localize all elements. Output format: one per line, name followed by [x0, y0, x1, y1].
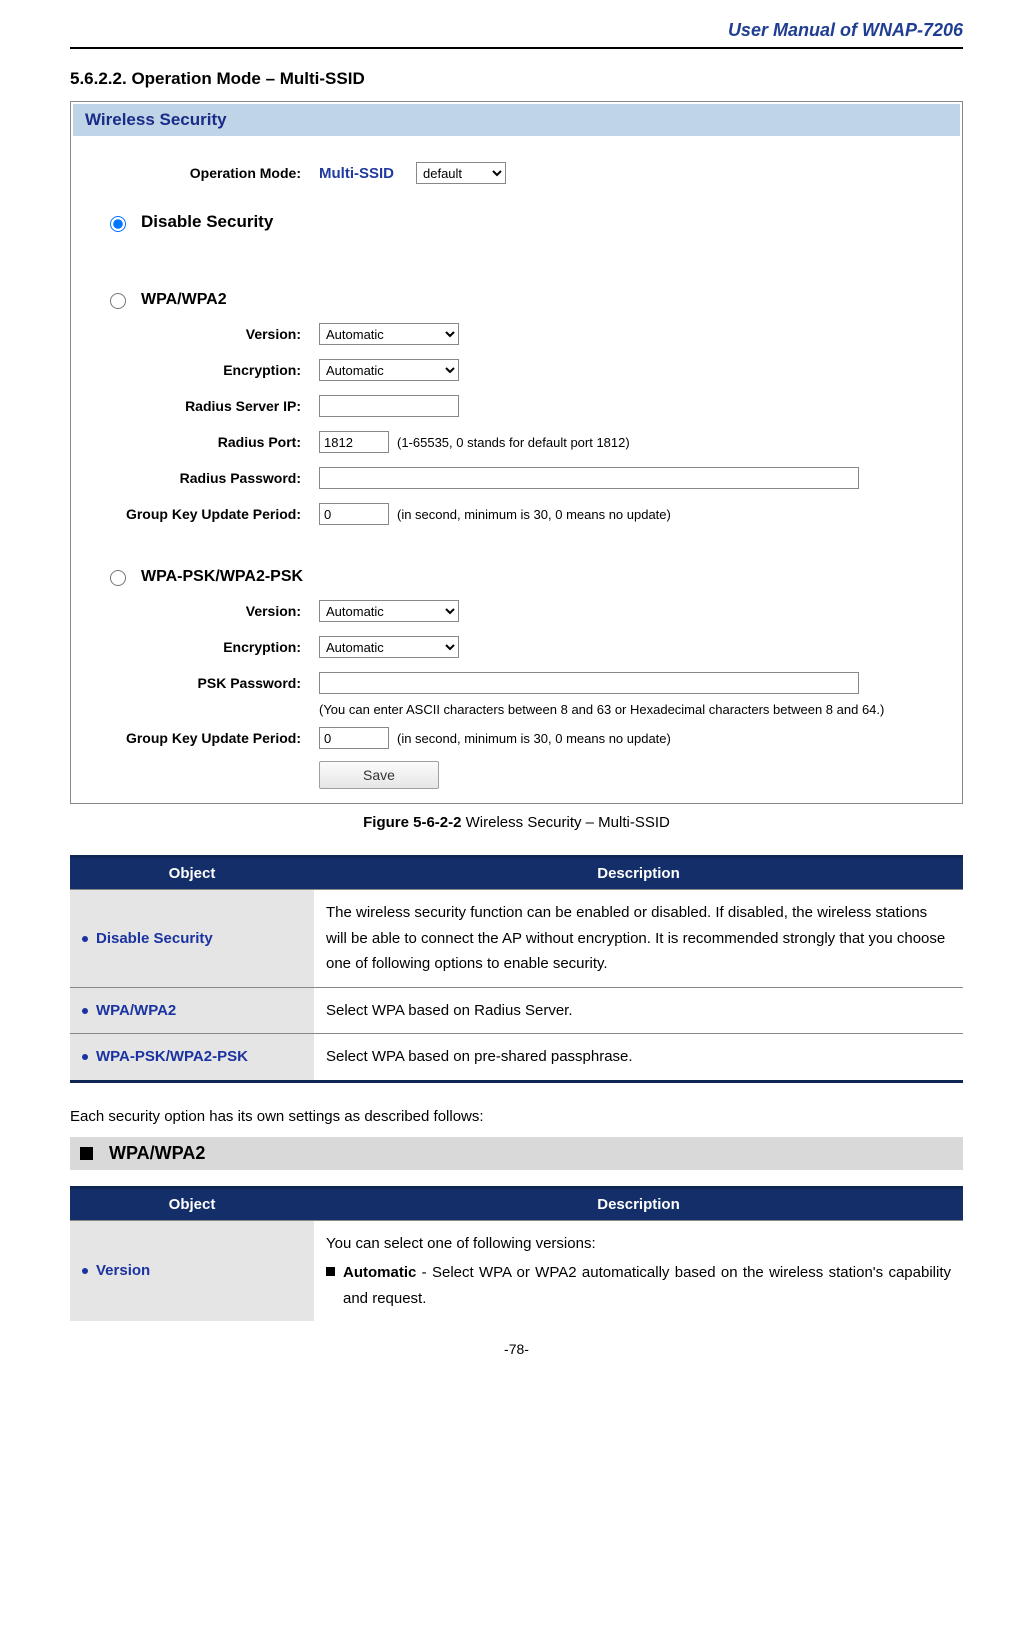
wpa-version-select[interactable]: Automatic	[319, 323, 459, 345]
psk-radio[interactable]	[110, 570, 126, 586]
t2-bullet-rest: - Select WPA or WPA2 automatically based…	[343, 1264, 951, 1307]
figure-caption-rest: Wireless Security – Multi-SSID	[461, 814, 669, 831]
radius-ip-label: Radius Server IP:	[101, 398, 319, 414]
t1-r1-obj: WPA/WPA2	[96, 1002, 176, 1019]
section-heading: 5.6.2.2. Operation Mode – Multi-SSID	[70, 69, 963, 89]
t1-r1-desc: Select WPA based on Radius Server.	[314, 987, 963, 1034]
t2-head-object: Object	[70, 1187, 314, 1220]
ssid-select[interactable]: default	[416, 162, 506, 184]
table-row: Version You can select one of following …	[70, 1220, 963, 1321]
mid-paragraph: Each security option has its own setting…	[70, 1105, 963, 1129]
psk-encryption-label: Encryption:	[101, 639, 319, 655]
wpa-version-label: Version:	[101, 326, 319, 342]
wpa-title: WPA/WPA2	[141, 291, 227, 309]
radius-port-input[interactable]	[319, 431, 389, 453]
t1-r2-obj: WPA-PSK/WPA2-PSK	[96, 1048, 248, 1065]
wpa-groupkey-hint: (in second, minimum is 30, 0 means no up…	[397, 507, 671, 522]
description-table-2: Object Description Version You can selec…	[70, 1186, 963, 1322]
page-number: -78-	[70, 1341, 963, 1357]
operation-mode-label: Operation Mode:	[101, 165, 319, 181]
t1-head-object: Object	[70, 857, 314, 890]
t2-bullet-bold: Automatic	[343, 1264, 416, 1281]
psk-pwd-input[interactable]	[319, 672, 859, 694]
figure-caption-bold: Figure 5-6-2-2	[363, 814, 461, 831]
square-bullet-icon	[80, 1147, 93, 1160]
disable-security-title: Disable Security	[141, 212, 273, 232]
bullet-icon	[82, 1054, 88, 1060]
t2-desc-line1: You can select one of following versions…	[326, 1231, 951, 1257]
doc-header: User Manual of WNAP-7206	[70, 20, 963, 49]
psk-title: WPA-PSK/WPA2-PSK	[141, 568, 303, 586]
wpa-encryption-select[interactable]: Automatic	[319, 359, 459, 381]
psk-groupkey-label: Group Key Update Period:	[101, 730, 319, 746]
radius-port-hint: (1-65535, 0 stands for default port 1812…	[397, 435, 630, 450]
t1-r0-obj: Disable Security	[96, 930, 213, 947]
t2-r0-obj: Version	[96, 1262, 150, 1279]
wpa-groupkey-label: Group Key Update Period:	[101, 506, 319, 522]
save-button[interactable]: Save	[319, 761, 439, 789]
section-title: Operation Mode – Multi-SSID	[131, 69, 364, 88]
sub-heading: WPA/WPA2	[70, 1137, 963, 1170]
sub-heading-text: WPA/WPA2	[109, 1143, 205, 1164]
psk-version-label: Version:	[101, 603, 319, 619]
square-bullet-icon	[326, 1267, 335, 1276]
radius-port-label: Radius Port:	[101, 434, 319, 450]
t2-head-desc: Description	[314, 1187, 963, 1220]
table-row: Disable Security The wireless security f…	[70, 890, 963, 988]
wpa-groupkey-input[interactable]	[319, 503, 389, 525]
operation-mode-value: Multi-SSID	[319, 165, 394, 182]
radius-pwd-label: Radius Password:	[101, 470, 319, 486]
psk-encryption-select[interactable]: Automatic	[319, 636, 459, 658]
table-row: WPA/WPA2 Select WPA based on Radius Serv…	[70, 987, 963, 1034]
t1-r0-desc: The wireless security function can be en…	[314, 890, 963, 988]
psk-pwd-label: PSK Password:	[101, 675, 319, 691]
wpa-radio[interactable]	[110, 293, 126, 309]
psk-note: (You can enter ASCII characters between …	[319, 702, 932, 717]
bullet-icon	[82, 1268, 88, 1274]
bullet-icon	[82, 936, 88, 942]
t1-head-desc: Description	[314, 857, 963, 890]
figure-caption: Figure 5-6-2-2 Wireless Security – Multi…	[70, 814, 963, 831]
psk-groupkey-input[interactable]	[319, 727, 389, 749]
section-number: 5.6.2.2.	[70, 69, 127, 88]
panel-header: Wireless Security	[73, 104, 960, 136]
description-table-1: Object Description Disable Security The …	[70, 855, 963, 1083]
radius-pwd-input[interactable]	[319, 467, 859, 489]
psk-groupkey-hint: (in second, minimum is 30, 0 means no up…	[397, 731, 671, 746]
figure-box: Wireless Security Operation Mode: Multi-…	[70, 101, 963, 804]
disable-security-radio[interactable]	[110, 216, 126, 232]
psk-version-select[interactable]: Automatic	[319, 600, 459, 622]
t1-r2-desc: Select WPA based on pre-shared passphras…	[314, 1034, 963, 1082]
bullet-icon	[82, 1008, 88, 1014]
table-row: WPA-PSK/WPA2-PSK Select WPA based on pre…	[70, 1034, 963, 1082]
wpa-encryption-label: Encryption:	[101, 362, 319, 378]
radius-ip-input[interactable]	[319, 395, 459, 417]
